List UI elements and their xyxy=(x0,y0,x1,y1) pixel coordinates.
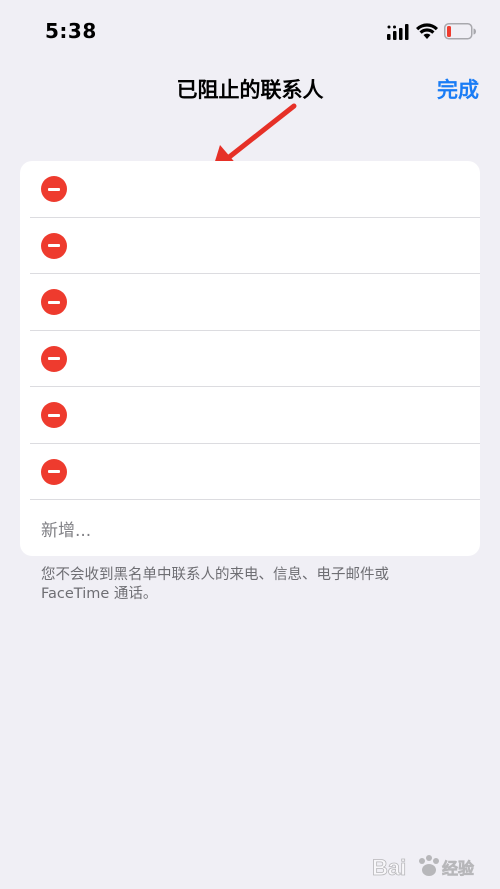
footer-note-line: FaceTime 通话。 xyxy=(41,586,158,602)
remove-circle-icon[interactable] xyxy=(41,402,67,429)
status-time: 5:38 xyxy=(45,19,97,43)
done-button[interactable]: 完成 xyxy=(437,74,479,104)
footer-note: 您不会收到黑名单中联系人的来电、信息、电子邮件或 FaceTime 通话。 xyxy=(41,566,451,604)
add-new-button[interactable]: 新增... xyxy=(20,500,480,556)
blocked-contact-row[interactable] xyxy=(20,387,480,444)
remove-circle-icon[interactable] xyxy=(41,345,67,372)
baidu-jingyan-watermark-logo: Bai 经验 xyxy=(372,855,475,881)
blocked-contact-row[interactable] xyxy=(20,444,480,501)
remove-circle-icon[interactable] xyxy=(41,458,67,485)
svg-text:Bai: Bai xyxy=(372,855,406,880)
remove-circle-icon[interactable] xyxy=(41,176,67,203)
blocked-contact-row[interactable] xyxy=(20,161,480,218)
blocked-contact-row[interactable] xyxy=(20,331,480,388)
svg-text:经验: 经验 xyxy=(442,859,475,878)
blocked-contact-row[interactable] xyxy=(20,218,480,275)
remove-circle-icon[interactable] xyxy=(41,232,67,259)
footer-note-line: 您不会收到黑名单中联系人的来电、信息、电子邮件或 xyxy=(41,567,389,583)
wifi-icon xyxy=(416,23,438,39)
screen: 5:38 已阻止的联系人 完成 新增... 您不会收到黑名单中联系人的来电、信息… xyxy=(0,0,500,889)
blocked-contacts-list: 新增... xyxy=(20,161,480,556)
cellular-signal-icon xyxy=(387,24,409,40)
blocked-contact-row[interactable] xyxy=(20,274,480,331)
status-bar: 5:38 xyxy=(0,0,500,62)
remove-circle-icon[interactable] xyxy=(41,289,67,316)
battery-low-icon xyxy=(444,23,476,40)
